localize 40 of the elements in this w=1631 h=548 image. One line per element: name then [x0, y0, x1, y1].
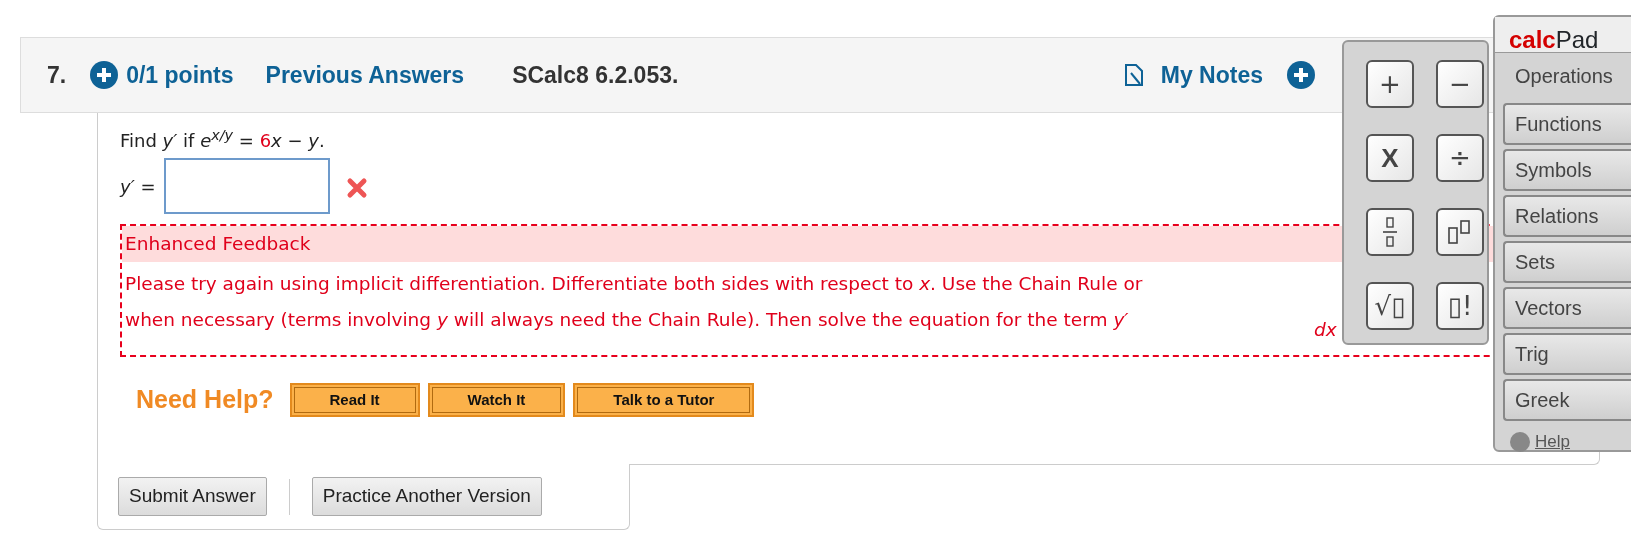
- plus-icon[interactable]: [90, 61, 119, 89]
- feedback-text: Please try again using implicit differentiation. Differentiate both sides with respect to x. Use the Chain Rule or: [124, 271, 1144, 296]
- notes-icon[interactable]: [1122, 63, 1145, 87]
- help-icon[interactable]: [1509, 430, 1531, 453]
- calc-key[interactable]: +: [1366, 60, 1414, 108]
- plus-icon[interactable]: [1287, 61, 1315, 89]
- previous-answers-link[interactable]: Previous Answers: [257, 57, 465, 93]
- help-link[interactable]: Help: [1535, 429, 1570, 455]
- calc-key[interactable]: ▯!: [1436, 282, 1484, 330]
- category-tab[interactable]: Sets: [1503, 241, 1631, 283]
- my-notes-link[interactable]: My Notes: [1160, 57, 1263, 93]
- points-link[interactable]: 0/1 points: [126, 57, 234, 93]
- calc-key[interactable]: √▯: [1366, 282, 1414, 330]
- fraction-icon: [1383, 217, 1397, 247]
- category-tab[interactable]: Greek: [1503, 379, 1631, 421]
- question-number: 7.: [47, 60, 67, 90]
- help-button[interactable]: Talk to a Tutor: [573, 383, 755, 417]
- calc-key[interactable]: ÷: [1436, 134, 1484, 182]
- fraction-text: dx: [1314, 318, 1337, 342]
- answer-label: y′ =: [120, 174, 156, 199]
- calcpad-logo: calcPad: [1495, 17, 1631, 53]
- feedback-text: when necessary (terms involving y will always need the Chain Rule). Then solve the equation for the term y′: [124, 307, 1130, 332]
- need-help-label: Need Help?: [136, 384, 274, 416]
- help-button[interactable]: Watch It: [427, 383, 566, 417]
- answer-field[interactable]: [163, 158, 330, 214]
- category-tab[interactable]: Trig: [1503, 333, 1631, 375]
- exponent-icon: [1447, 219, 1473, 245]
- calc-key[interactable]: X: [1366, 134, 1414, 182]
- question-text: Find y′ if e$^{x/y}$ = 6x − y.: [120, 127, 325, 153]
- category-tab[interactable]: Relations: [1503, 195, 1631, 237]
- practice-button[interactable]: Practice Another Version: [311, 477, 542, 516]
- category-tab[interactable]: Symbols: [1503, 149, 1631, 191]
- submit-button[interactable]: Submit Answer: [118, 477, 267, 516]
- exponent-key[interactable]: [1436, 208, 1484, 256]
- question-source: SCalc8 6.2.053.: [512, 60, 679, 90]
- help-button[interactable]: Read It: [289, 383, 420, 417]
- calc-key[interactable]: −: [1436, 60, 1484, 108]
- category-tab[interactable]: Functions: [1503, 103, 1631, 145]
- fraction-key[interactable]: [1366, 208, 1414, 256]
- category-tab[interactable]: Vectors: [1503, 287, 1631, 329]
